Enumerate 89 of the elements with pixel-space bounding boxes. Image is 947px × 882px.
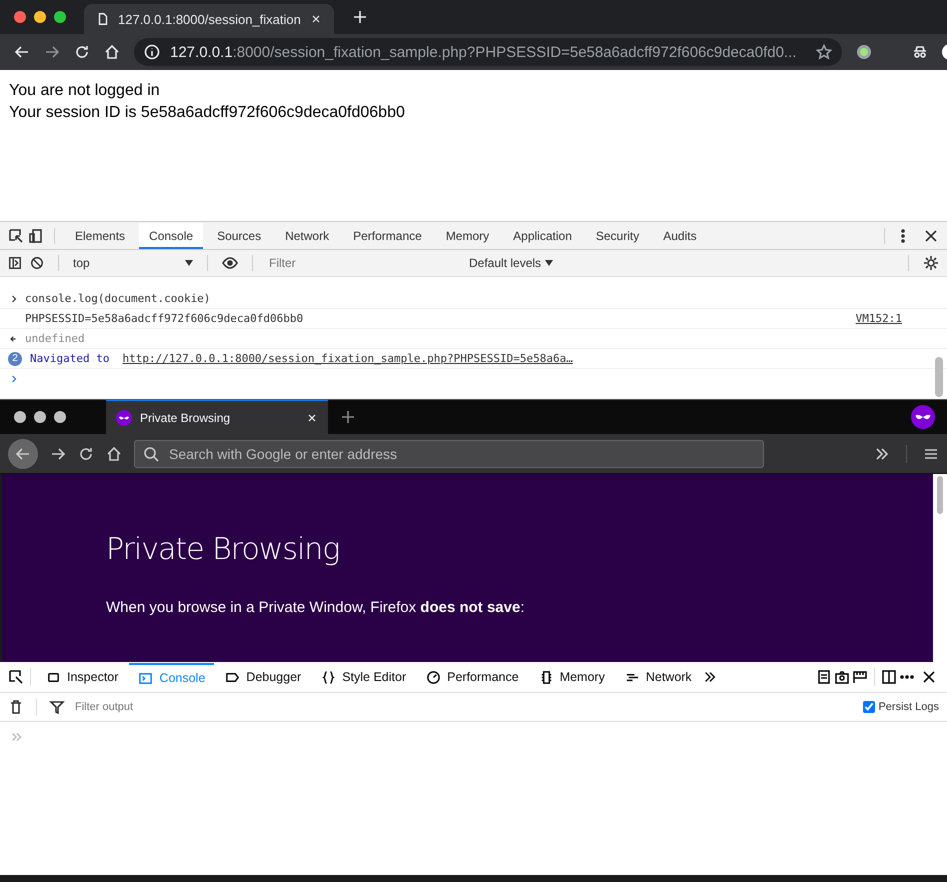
- gauge-icon: [426, 670, 442, 684]
- console-result: undefined: [25, 332, 85, 345]
- reload-icon[interactable]: [78, 446, 94, 462]
- navigation-link[interactable]: http://127.0.0.1:8000/session_fixation_sample.php?PHPSESSID=5e58a6a…: [122, 352, 573, 365]
- address-bar[interactable]: 127.0.0.1:8000/session_fixation_sample.php?PHPSESSID=5e58a6adcff972f606c9deca0fd0...: [134, 38, 842, 66]
- inspect-element-icon[interactable]: [8, 228, 24, 244]
- notes-icon[interactable]: [816, 669, 832, 685]
- caret-icon: [545, 260, 554, 266]
- checkbox[interactable]: [863, 701, 876, 713]
- caret-icon: [185, 260, 193, 266]
- device-toolbar-icon[interactable]: [28, 228, 44, 244]
- zoom-window-button[interactable]: [54, 11, 66, 23]
- new-tab-icon[interactable]: [340, 409, 356, 425]
- overflow-chevrons-icon[interactable]: [702, 670, 717, 684]
- devtools-tab[interactable]: Performance: [417, 662, 528, 692]
- page-text: When you browse in a Private Window, Firefox does not save:: [106, 599, 526, 616]
- search-icon: [143, 446, 159, 462]
- camera-icon[interactable]: [834, 669, 850, 685]
- forward-arrow-icon[interactable]: [44, 44, 60, 60]
- console-output: PHPSESSID=5e58a6adcff972f606c9deca0fd06bb0: [25, 312, 304, 325]
- persist-logs-checkbox[interactable]: Persist Logs: [863, 701, 939, 713]
- zoom-window-button[interactable]: [54, 411, 66, 423]
- extension-icon[interactable]: [856, 44, 872, 60]
- source-link[interactable]: VM152:1: [856, 312, 902, 325]
- close-icon[interactable]: [923, 228, 939, 244]
- minimize-window-button[interactable]: [34, 11, 46, 23]
- close-window-button[interactable]: [14, 11, 26, 23]
- filter-field[interactable]: Filter: [267, 255, 461, 271]
- tab-title: 127.0.0.1:8000/session_fixation: [118, 12, 302, 26]
- close-window-button[interactable]: [14, 411, 26, 423]
- filter-icon: [49, 699, 65, 715]
- trash-icon[interactable]: [8, 699, 24, 715]
- tab-title: Private Browsing: [140, 410, 232, 424]
- context-selector[interactable]: top: [73, 256, 193, 270]
- devtools-tab[interactable]: Application: [503, 222, 582, 248]
- devtools-tab[interactable]: Performance: [343, 222, 432, 248]
- private-browsing-icon: [911, 405, 935, 429]
- info-icon: [144, 44, 160, 60]
- devtools-tab[interactable]: Memory: [436, 222, 500, 248]
- mask-icon: [116, 410, 132, 426]
- devtools-tab[interactable]: Elements: [65, 222, 136, 248]
- eye-icon[interactable]: [222, 255, 238, 271]
- clear-console-icon[interactable]: [30, 256, 44, 270]
- scrollbar-thumb[interactable]: [937, 476, 943, 514]
- devtools-tab[interactable]: Debugger: [216, 662, 310, 692]
- page-text: Your session ID is 5e58a6adcff972f606c9deca0fd06bb0: [9, 103, 406, 123]
- minimize-window-button[interactable]: [34, 411, 46, 423]
- back-arrow-icon: [15, 446, 31, 462]
- back-button[interactable]: [8, 438, 38, 468]
- overflow-chevrons-icon[interactable]: [874, 446, 890, 462]
- star-icon[interactable]: [816, 44, 832, 60]
- home-icon[interactable]: [106, 446, 122, 462]
- close-icon[interactable]: [921, 669, 937, 685]
- devtools-tab[interactable]: Console: [139, 222, 204, 248]
- close-icon[interactable]: [310, 13, 322, 25]
- browser-tab[interactable]: Private Browsing: [106, 400, 328, 434]
- scrollbar-thumb[interactable]: [935, 357, 943, 397]
- ruler-icon[interactable]: [852, 669, 868, 685]
- console-command-text: console.log(document.cookie): [25, 292, 210, 305]
- page-text: You are not logged in: [9, 81, 161, 101]
- url-text: 127.0.0.1:8000/session_fixation_sample.php?PHPSESSID=5e58a6adcff972f606c9deca0fd0...: [170, 44, 796, 60]
- browser-tab[interactable]: 127.0.0.1:8000/session_fixation: [84, 4, 334, 34]
- devtools-tab[interactable]: Console: [129, 662, 214, 692]
- devtools-tab[interactable]: Memory: [530, 662, 614, 692]
- braces-icon: [321, 670, 336, 684]
- inspect-element-icon[interactable]: [8, 669, 24, 685]
- page-heading: Private Browsing: [106, 532, 340, 567]
- devtools-tab[interactable]: Security: [586, 222, 650, 248]
- dock-side-icon[interactable]: [881, 669, 897, 685]
- forward-arrow-icon[interactable]: [50, 446, 66, 462]
- url-bar[interactable]: Search with Google or enter address: [134, 440, 764, 468]
- devtools-tab[interactable]: Audits: [653, 222, 707, 248]
- sidebar-toggle-icon[interactable]: [8, 256, 22, 270]
- prompt-chevrons-icon: [10, 730, 24, 744]
- document-icon: [96, 12, 110, 26]
- settings-icon[interactable]: [923, 255, 939, 271]
- devtools-tab[interactable]: Inspector: [37, 662, 128, 692]
- devtools-tab[interactable]: Style Editor: [312, 662, 416, 692]
- close-icon[interactable]: [306, 412, 318, 424]
- log-levels-dropdown[interactable]: Default levels: [469, 256, 554, 270]
- devtools-tab[interactable]: Network: [275, 222, 340, 248]
- devtools-tab[interactable]: Network: [616, 662, 701, 692]
- reload-icon[interactable]: [74, 44, 90, 60]
- devtools-tab[interactable]: Sources: [207, 222, 272, 248]
- console-icon: [138, 670, 154, 686]
- repeat-count-badge: 2: [8, 352, 22, 366]
- incognito-icon[interactable]: [912, 44, 928, 60]
- navigation-label: Navigated to: [30, 352, 110, 365]
- back-arrow-icon[interactable]: [14, 44, 30, 60]
